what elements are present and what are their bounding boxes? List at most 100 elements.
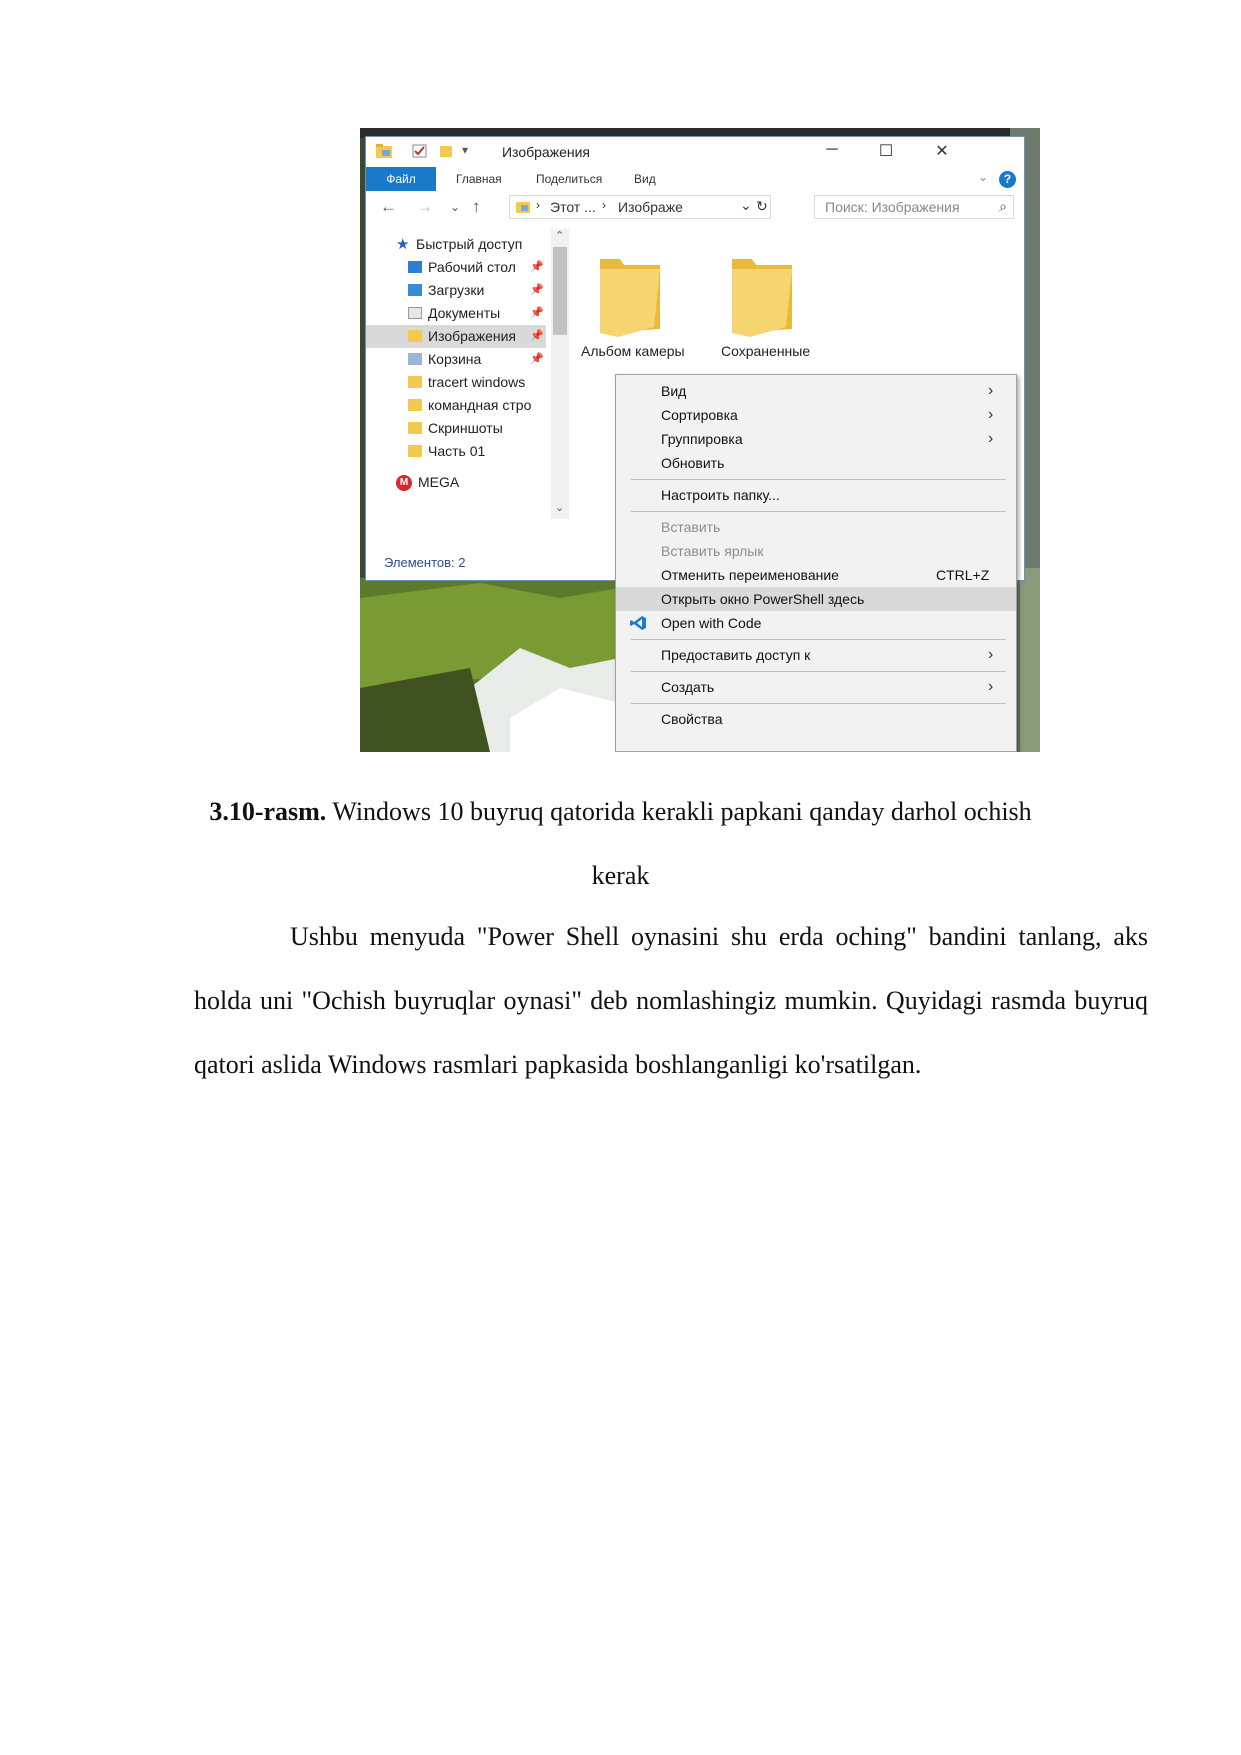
search-icon: ⌕: [999, 198, 1007, 214]
nav-item-command-line[interactable]: командная стро: [366, 394, 546, 417]
folder-icon[interactable]: [594, 255, 666, 337]
figure-number: 3.10-rasm.: [209, 797, 327, 826]
tab-file[interactable]: Файл: [366, 167, 436, 191]
tab-share[interactable]: Поделиться: [536, 172, 602, 186]
menu-item-shortcut: CTRL+Z: [936, 567, 990, 583]
minimize-button[interactable]: ─: [818, 141, 846, 159]
pin-icon: 📌: [530, 330, 544, 342]
menu-item-properties[interactable]: Свойства: [616, 707, 1016, 731]
pictures-folder-icon: [516, 202, 530, 213]
chevron-right-icon: ›: [988, 678, 994, 695]
folder-label[interactable]: Сохраненные: [721, 343, 810, 359]
nav-item-tracert-windows[interactable]: tracert windows: [366, 371, 546, 394]
menu-item-label: Вставить ярлык: [661, 543, 764, 559]
tab-view[interactable]: Вид: [634, 172, 656, 186]
title-bar: ▾ Изображения ─ ☐ ✕: [366, 137, 1024, 167]
menu-separator: [631, 639, 1006, 640]
folder-icon[interactable]: [726, 255, 798, 337]
up-arrow-icon[interactable]: ↑: [472, 197, 481, 217]
screenshot-figure: ▾ Изображения ─ ☐ ✕ Файл Главная Поделит…: [360, 128, 1040, 752]
breadcrumb-separator-icon: ›: [602, 198, 606, 212]
menu-item-give-access[interactable]: Предоставить доступ к ›: [616, 643, 1016, 667]
pin-icon: 📌: [530, 261, 544, 273]
menu-item-open-powershell[interactable]: Открыть окно PowerShell здесь: [616, 587, 1016, 611]
menu-item-label: Группировка: [661, 431, 743, 447]
menu-item-sort[interactable]: Сортировка ›: [616, 403, 1016, 427]
recycle-bin-icon: [408, 353, 422, 365]
documents-folder-icon: [408, 307, 422, 319]
expand-ribbon-icon[interactable]: ⌄: [978, 170, 988, 184]
folder-label[interactable]: Альбом камеры: [581, 343, 685, 359]
nav-scrollbar[interactable]: ⌃ ⌄: [551, 229, 569, 519]
pictures-folder-icon: [408, 330, 422, 342]
menu-item-label: Настроить папку...: [661, 487, 780, 503]
scroll-up-icon[interactable]: ⌃: [555, 229, 564, 242]
context-menu: Вид › Сортировка › Группировка › Обновит…: [615, 374, 1017, 752]
menu-item-open-with-code[interactable]: Open with Code: [616, 611, 1016, 635]
nav-item-recycle-bin[interactable]: Корзина 📌: [366, 348, 546, 371]
menu-item-label: Создать: [661, 679, 715, 695]
forward-arrow-icon[interactable]: →: [416, 197, 433, 217]
quick-access-dropdown-icon[interactable]: ▾: [462, 143, 468, 157]
chevron-right-icon: ›: [988, 646, 994, 663]
properties-icon[interactable]: [412, 144, 428, 158]
address-bar[interactable]: › Этот ... › Изображе ⌄ ↻: [509, 195, 771, 219]
new-folder-icon[interactable]: [438, 144, 454, 158]
breadcrumb-pictures[interactable]: Изображе: [618, 199, 683, 215]
ribbon: Файл Главная Поделиться Вид ⌄ ?: [366, 167, 1024, 191]
menu-item-label: Вставить: [661, 519, 721, 535]
chevron-right-icon: ›: [988, 382, 994, 399]
nav-item-screenshots[interactable]: Скриншоты: [366, 417, 546, 440]
nav-item-documents[interactable]: Документы 📌: [366, 302, 546, 325]
nav-item-label: командная стро: [428, 397, 532, 413]
menu-item-group[interactable]: Группировка ›: [616, 427, 1016, 451]
nav-item-label: Изображения: [428, 328, 516, 344]
nav-item-desktop[interactable]: Рабочий стол 📌: [366, 256, 546, 279]
nav-item-part-01[interactable]: Часть 01: [366, 440, 546, 463]
vscode-icon: [630, 616, 646, 630]
scrollbar-thumb[interactable]: [553, 247, 567, 335]
nav-item-label: Рабочий стол: [428, 259, 516, 275]
desktop-folder-icon: [408, 261, 422, 273]
back-arrow-icon[interactable]: ←: [380, 197, 397, 217]
menu-item-label: Обновить: [661, 455, 725, 471]
navigation-bar: ← → ⌄ ↑ › Этот ... › Изображе ⌄ ↻ Поиск:…: [366, 193, 1024, 223]
pin-icon: 📌: [530, 307, 544, 319]
menu-separator: [631, 703, 1006, 704]
menu-item-label: Свойства: [661, 711, 723, 727]
menu-item-label: Сортировка: [661, 407, 738, 423]
maximize-button[interactable]: ☐: [872, 141, 900, 161]
scroll-down-icon[interactable]: ⌄: [555, 501, 564, 514]
menu-item-new[interactable]: Создать ›: [616, 675, 1016, 699]
menu-item-customize-folder[interactable]: Настроить папку...: [616, 483, 1016, 507]
nav-item-label: Загрузки: [428, 282, 485, 298]
nav-item-label: Скриншоты: [428, 420, 503, 436]
recent-locations-icon[interactable]: ⌄: [450, 200, 460, 214]
close-button[interactable]: ✕: [928, 141, 956, 161]
tab-home[interactable]: Главная: [456, 172, 502, 186]
menu-item-view[interactable]: Вид ›: [616, 379, 1016, 403]
breadcrumb-this-pc[interactable]: Этот ...: [550, 199, 596, 215]
help-icon[interactable]: ?: [999, 171, 1016, 188]
menu-separator: [631, 479, 1006, 480]
nav-item-pictures[interactable]: Изображения 📌: [366, 325, 546, 348]
menu-item-refresh[interactable]: Обновить: [616, 451, 1016, 475]
refresh-icon[interactable]: ↻: [756, 198, 768, 215]
menu-separator: [631, 671, 1006, 672]
folder-icon: [408, 376, 422, 388]
nav-item-label: Часть 01: [428, 443, 486, 459]
pin-icon: 📌: [530, 353, 544, 365]
nav-item-quick-access[interactable]: ★ Быстрый доступ: [366, 233, 546, 256]
chevron-right-icon: ›: [988, 430, 994, 447]
nav-item-downloads[interactable]: Загрузки 📌: [366, 279, 546, 302]
figure-caption: 3.10-rasm. Windows 10 buyruq qatorida ke…: [180, 780, 1061, 908]
menu-item-label: Open with Code: [661, 615, 762, 631]
search-input[interactable]: Поиск: Изображения ⌕: [814, 195, 1014, 219]
address-dropdown-icon[interactable]: ⌄: [740, 197, 752, 214]
nav-item-mega[interactable]: M MEGA: [366, 471, 546, 494]
folder-icon: [376, 144, 392, 158]
status-item-count: Элементов: 2: [384, 555, 466, 570]
menu-item-label: Вид: [661, 383, 687, 399]
menu-item-undo-rename[interactable]: Отменить переименование CTRL+Z: [616, 563, 1016, 587]
star-icon: ★: [396, 236, 410, 253]
